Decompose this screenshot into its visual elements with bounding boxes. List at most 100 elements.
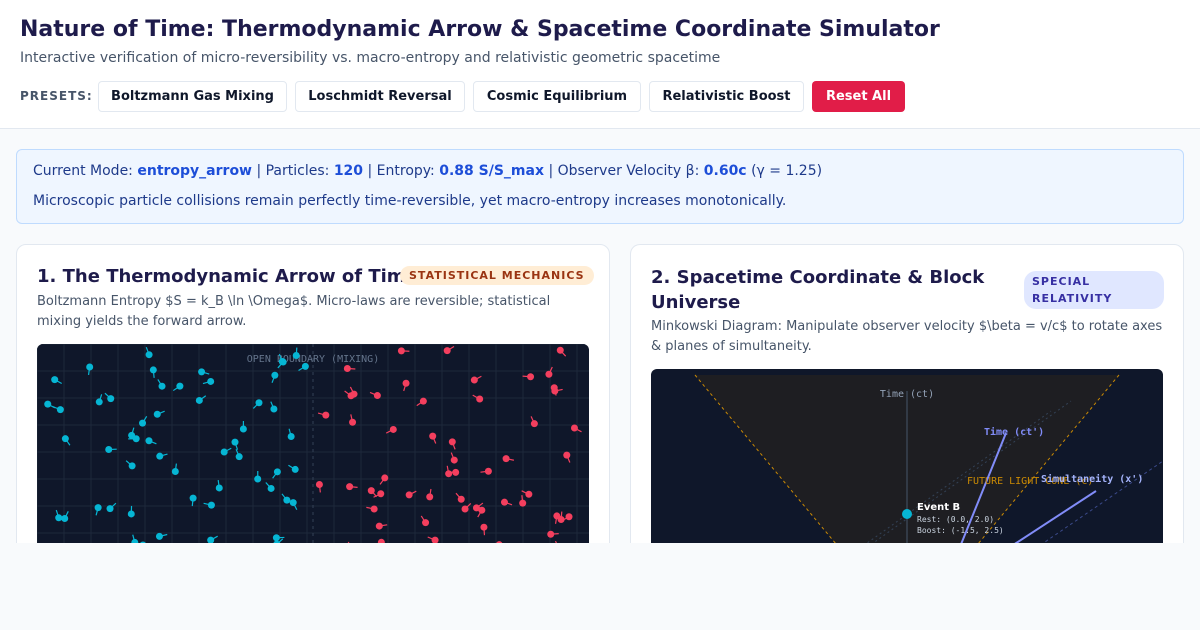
hot-particle xyxy=(448,438,456,446)
hot-particle xyxy=(557,515,565,523)
hot-particle xyxy=(389,425,397,433)
event-b-label: Event B xyxy=(917,502,960,513)
hot-particle xyxy=(322,411,330,419)
cold-particle xyxy=(254,475,262,483)
cold-particle xyxy=(155,532,163,540)
hot-particle xyxy=(472,504,480,512)
hot-particle xyxy=(457,495,465,503)
hot-particle xyxy=(519,499,527,507)
cold-particle xyxy=(132,435,140,443)
panel2-title: 2. Spacetime Coordinate & Block Universe xyxy=(651,267,985,313)
hot-particle xyxy=(373,392,381,400)
canvas-boundary-label: OPEN BOUNDARY (MIXING) xyxy=(247,354,379,365)
hot-particle xyxy=(547,530,555,538)
hot-particle xyxy=(377,490,385,498)
hot-particle xyxy=(405,491,413,499)
cold-particle xyxy=(215,484,223,492)
cold-particle xyxy=(289,499,297,507)
cold-particle xyxy=(220,448,228,456)
cold-particle xyxy=(128,462,136,470)
gamma-value: (γ = 1.25) xyxy=(751,163,823,179)
cold-particle xyxy=(86,363,94,371)
cold-particle xyxy=(291,465,299,473)
event-b-boost-coords: Boost: (-1.5, 2.5) xyxy=(917,526,1004,535)
cold-particle xyxy=(156,452,164,460)
hot-particle xyxy=(480,523,488,531)
panel1-description: Boltzmann Entropy $S = k_B \ln \Omega$. … xyxy=(37,294,551,329)
cold-particle xyxy=(61,514,69,522)
cold-particle xyxy=(272,534,280,542)
cold-particle xyxy=(195,396,203,404)
special-relativity-badge: SPECIAL RELATIVITY xyxy=(1024,271,1164,309)
cold-particle xyxy=(145,437,153,445)
cold-particle xyxy=(235,453,243,461)
status-message: Microscopic particle collisions remain p… xyxy=(33,193,787,209)
cold-particle xyxy=(171,468,179,476)
cold-particle xyxy=(94,504,102,512)
cold-particle xyxy=(106,505,114,513)
cold-particle xyxy=(207,377,215,385)
cold-particle xyxy=(231,438,239,446)
app-header: Nature of Time: Thermodynamic Arrow & Sp… xyxy=(0,0,1200,129)
page-title: Nature of Time: Thermodynamic Arrow & Sp… xyxy=(20,17,940,42)
event-b-rest-coords: Rest: (0.0, 2.0) xyxy=(917,515,994,524)
hot-particle xyxy=(470,376,478,384)
entropy-value: 0.88 S/S_max xyxy=(439,163,544,179)
status-panel: Current Mode: entropy_arrow | Particles:… xyxy=(16,149,1184,224)
hot-particle xyxy=(527,373,535,381)
preset-relativistic-boost-button[interactable]: Relativistic Boost xyxy=(649,81,804,112)
hot-particle xyxy=(545,370,553,378)
hot-particle xyxy=(347,392,355,400)
cold-particle xyxy=(207,501,215,509)
cold-particle xyxy=(255,399,263,407)
spacetime-panel: 2. Spacetime Coordinate & Block Universe… xyxy=(630,244,1184,564)
hot-particle xyxy=(422,519,430,527)
velocity-label: | Observer Velocity β: xyxy=(548,163,700,179)
particle-simulation-svg[interactable]: OPEN BOUNDARY (MIXING) xyxy=(37,344,589,564)
cold-particle xyxy=(145,351,153,359)
preset-cosmic-equilibrium-button[interactable]: Cosmic Equilibrium xyxy=(473,81,641,112)
hot-particle xyxy=(563,451,571,459)
minkowski-diagram-svg[interactable]: Time (ct) Time (ct') FUTURE LIGHT CONE (… xyxy=(651,369,1163,564)
velocity-value: 0.60c xyxy=(703,163,747,179)
hot-particle xyxy=(443,347,451,355)
cold-particle xyxy=(153,410,161,418)
panel1-title: 1. The Thermodynamic Arrow of Time xyxy=(37,266,418,287)
mode-label: Current Mode: xyxy=(33,163,133,179)
thermodynamic-arrow-panel: 1. The Thermodynamic Arrow of Time STATI… xyxy=(16,244,610,564)
hot-particle xyxy=(556,346,564,354)
minkowski-diagram-canvas[interactable]: Time (ct) Time (ct') FUTURE LIGHT CONE (… xyxy=(651,369,1163,564)
reset-all-button[interactable]: Reset All xyxy=(812,81,905,112)
simultaneity-axis xyxy=(1006,490,1097,550)
hot-particle xyxy=(476,395,484,403)
event-b-marker[interactable] xyxy=(902,509,912,519)
hot-particle xyxy=(461,505,469,513)
cold-particle xyxy=(44,400,52,408)
cold-particle xyxy=(292,351,300,359)
hot-particle xyxy=(343,364,351,372)
particles-value: 120 xyxy=(333,163,364,179)
cold-particle xyxy=(55,514,63,522)
cold-particle xyxy=(239,425,247,433)
cold-particle xyxy=(278,358,286,366)
cold-particle xyxy=(176,382,184,390)
cold-particle xyxy=(189,494,197,502)
hot-particle xyxy=(484,467,492,475)
hot-particle xyxy=(397,347,405,355)
cold-particle xyxy=(105,445,113,453)
particle-simulation-canvas[interactable]: OPEN BOUNDARY (MIXING) xyxy=(37,344,589,564)
cold-particle xyxy=(273,468,281,476)
cold-particle xyxy=(127,510,135,518)
hot-particle xyxy=(367,487,375,495)
hot-particle xyxy=(426,493,434,501)
preset-boltzmann-gas-mixing-button[interactable]: Boltzmann Gas Mixing xyxy=(98,81,287,112)
hot-particle xyxy=(502,455,510,463)
hot-particle xyxy=(500,498,508,506)
hot-particle xyxy=(452,468,460,476)
hot-particle xyxy=(525,490,533,498)
cold-particle xyxy=(149,366,157,374)
hot-particle xyxy=(445,470,453,478)
cold-particle xyxy=(271,371,279,379)
hot-particle xyxy=(419,397,427,405)
preset-loschmidt-reversal-button[interactable]: Loschmidt Reversal xyxy=(295,81,465,112)
